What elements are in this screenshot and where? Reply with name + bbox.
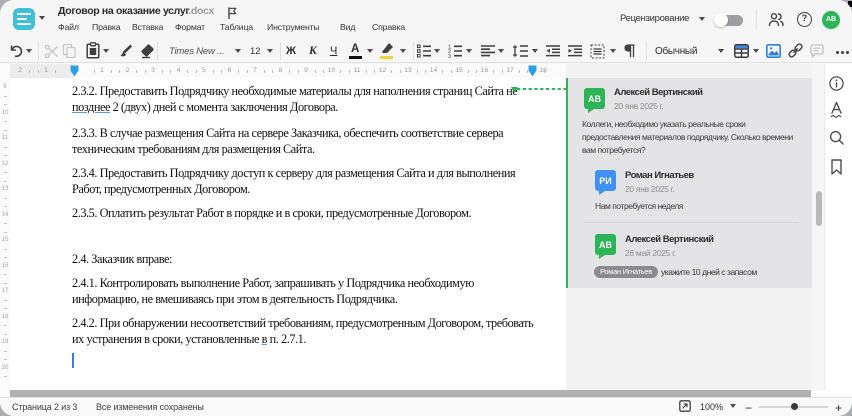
svg-text:АВ: АВ	[588, 94, 601, 104]
svg-text:3: 3	[448, 54, 451, 58]
svg-text:РИ: РИ	[599, 176, 611, 186]
svg-text:АВ: АВ	[599, 240, 612, 250]
